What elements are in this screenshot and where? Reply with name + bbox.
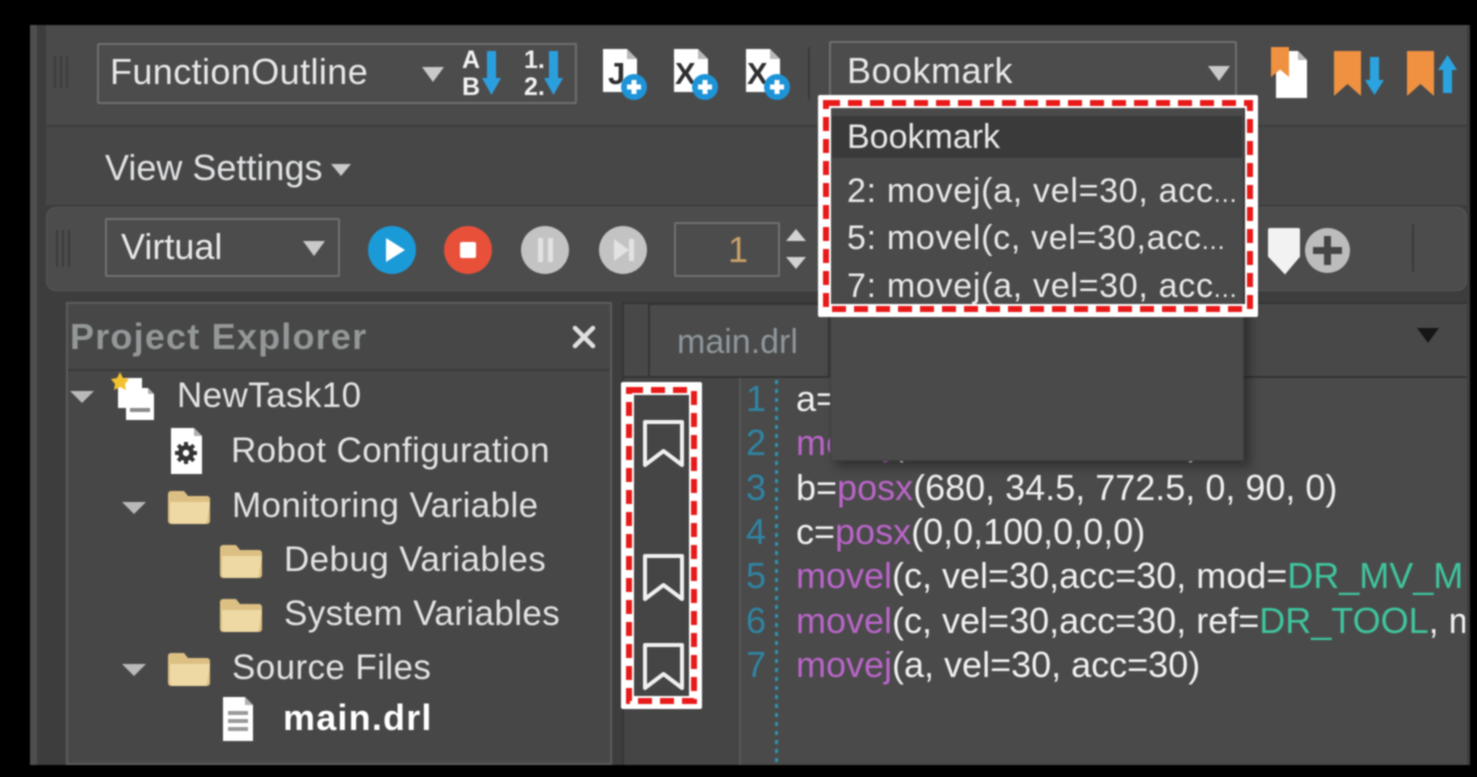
svg-text:B: B <box>462 73 480 101</box>
svg-text:2.: 2. <box>524 73 545 101</box>
svg-text:A: A <box>462 47 480 74</box>
svg-text:1.: 1. <box>524 47 545 74</box>
